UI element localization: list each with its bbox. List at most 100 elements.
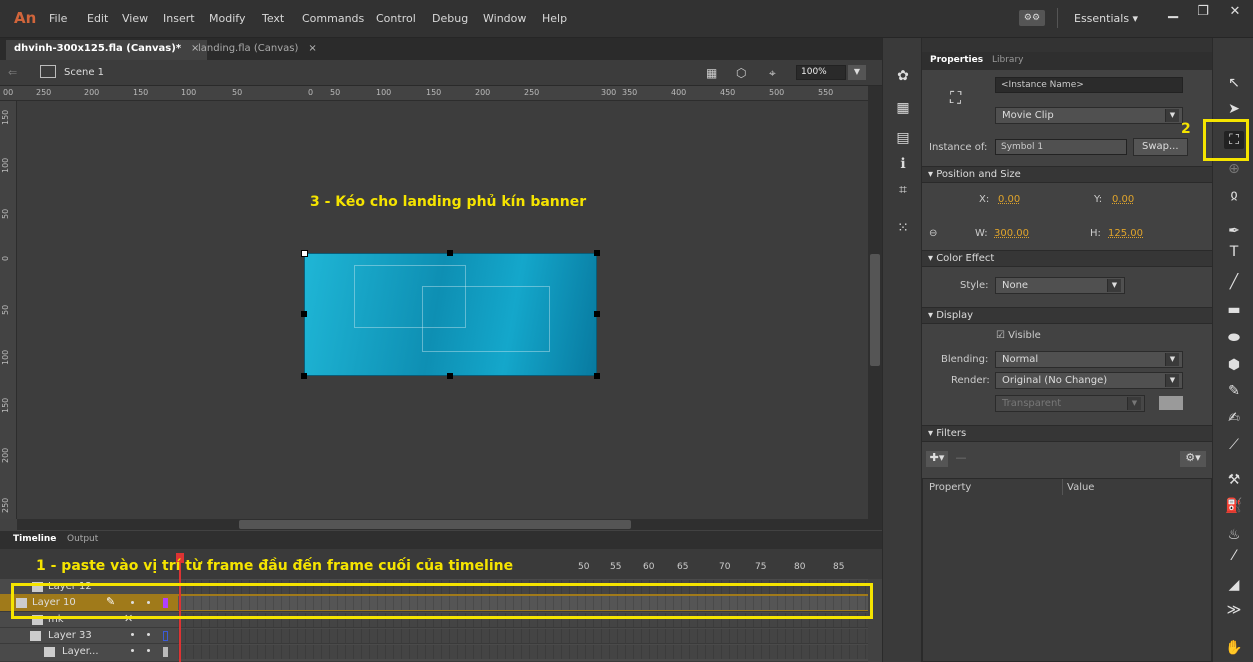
transform-handle[interactable] <box>447 250 453 256</box>
rectangle-tool-icon[interactable]: ▬ <box>1224 301 1244 319</box>
subselection-tool-icon[interactable]: ➤ <box>1224 100 1244 118</box>
render-select[interactable]: Original (No Change) ▼ <box>995 372 1183 389</box>
lock-dot[interactable] <box>147 633 150 636</box>
tab-timeline[interactable]: Timeline <box>13 534 56 544</box>
symbol-type-select[interactable]: Movie Clip ▼ <box>995 107 1183 124</box>
horizontal-scrollbar[interactable] <box>17 519 882 530</box>
tab-library[interactable]: Library <box>992 55 1023 65</box>
pen-tool-icon[interactable]: ✒ <box>1224 222 1244 240</box>
bone-tool-icon[interactable]: ⚒ <box>1224 471 1244 489</box>
menu-insert[interactable]: Insert <box>163 12 195 25</box>
x-value[interactable]: 0.00 <box>998 194 1020 205</box>
scroll-thumb[interactable] <box>239 520 631 529</box>
brush-tool-icon[interactable]: ⟋ <box>1224 436 1244 454</box>
transform-handle[interactable] <box>594 250 600 256</box>
eyedropper-tool-icon[interactable]: ⁄ <box>1224 547 1244 565</box>
vertical-scrollbar[interactable] <box>868 86 882 519</box>
layer-row[interactable]: Layer... <box>0 644 868 662</box>
column-value: Value <box>1067 482 1095 493</box>
filters-table[interactable]: Property Value <box>922 478 1212 662</box>
back-arrow-icon[interactable]: ⇐ <box>8 66 17 79</box>
swatches-icon[interactable]: ▦ <box>895 100 911 116</box>
lock-dot[interactable] <box>147 649 150 652</box>
tab-dhvinh[interactable]: dhvinh-300x125.fla (Canvas)* × <box>6 40 208 60</box>
edit-symbol-icon[interactable]: ⬡ <box>736 66 746 80</box>
transform-handle[interactable] <box>594 311 600 317</box>
lasso-tool-icon[interactable]: ჲ <box>1224 186 1244 204</box>
blending-select[interactable]: Normal ▼ <box>995 351 1183 368</box>
align-icon[interactable]: ▤ <box>895 130 911 146</box>
style-select[interactable]: None ▼ <box>995 277 1125 294</box>
menu-commands[interactable]: Commands <box>302 12 364 25</box>
3d-rotation-tool-icon[interactable]: ⊕ <box>1224 160 1244 178</box>
menu-help[interactable]: Help <box>542 12 567 25</box>
menu-modify[interactable]: Modify <box>209 12 245 25</box>
menu-view[interactable]: View <box>122 12 148 25</box>
instance-name-input[interactable]: <Instance Name> <box>995 77 1183 93</box>
menu-file[interactable]: File <box>49 12 67 25</box>
swap-button[interactable]: Swap... <box>1133 138 1188 156</box>
frame-strip[interactable] <box>178 645 868 659</box>
text-tool-icon[interactable]: T <box>1224 243 1244 261</box>
menu-debug[interactable]: Debug <box>432 12 468 25</box>
transform-handle[interactable] <box>301 373 307 379</box>
section-position-size[interactable]: ▾ Position and Size <box>922 166 1212 183</box>
menu-text[interactable]: Text <box>262 12 284 25</box>
paint-brush-tool-icon[interactable]: ✍ <box>1224 409 1244 427</box>
edit-scene-icon[interactable]: ▦ <box>706 66 717 80</box>
remove-filter-button[interactable]: — <box>953 451 969 467</box>
tab-properties[interactable]: Properties <box>930 55 983 65</box>
layer-color-swatch <box>163 647 168 657</box>
eraser-tool-icon[interactable]: ◢ <box>1224 576 1244 594</box>
scene-label[interactable]: Scene 1 <box>64 67 104 78</box>
maximize-button[interactable]: ❐ <box>1188 4 1218 24</box>
visibility-dot[interactable] <box>131 649 134 652</box>
polystar-tool-icon[interactable]: ⬢ <box>1224 356 1244 374</box>
w-value[interactable]: 300.00 <box>994 228 1029 239</box>
h-value[interactable]: 125.00 <box>1108 228 1143 239</box>
oval-tool-icon[interactable]: ⬬ <box>1224 329 1244 347</box>
link-icon[interactable]: ⊖ <box>929 228 937 239</box>
layer-row[interactable]: Layer 33 <box>0 628 868 644</box>
transform-handle[interactable] <box>447 373 453 379</box>
zoom-dropdown-icon[interactable]: ▼ <box>848 65 866 80</box>
transform-handle[interactable] <box>594 373 600 379</box>
line-tool-icon[interactable]: ╱ <box>1224 273 1244 291</box>
close-tab-icon[interactable]: × <box>308 43 316 54</box>
section-filters[interactable]: ▾ Filters <box>922 425 1212 442</box>
section-color-effect[interactable]: ▾ Color Effect <box>922 250 1212 267</box>
selection-tool-icon[interactable]: ↖ <box>1224 74 1244 92</box>
tab-landing[interactable]: landing.fla (Canvas) × <box>190 40 325 60</box>
visible-checkbox[interactable]: ☑ Visible <box>996 330 1041 341</box>
zoom-input[interactable]: 100% <box>796 65 846 80</box>
visibility-dot[interactable] <box>131 633 134 636</box>
section-label: Position and Size <box>936 169 1021 180</box>
paint-bucket-tool-icon[interactable]: ⛽ <box>1224 497 1244 515</box>
section-display[interactable]: ▾ Display <box>922 307 1212 324</box>
center-stage-icon[interactable]: ⌖ <box>769 66 776 81</box>
transform-handle[interactable] <box>301 311 307 317</box>
minimize-button[interactable]: ▁ <box>1158 4 1188 24</box>
transform-icon[interactable]: ⌗ <box>895 182 911 198</box>
transform-handle[interactable] <box>301 250 308 257</box>
ink-bottle-tool-icon[interactable]: ♨ <box>1224 526 1244 544</box>
scroll-thumb[interactable] <box>870 254 880 366</box>
close-button[interactable]: ✕ <box>1220 4 1250 24</box>
y-value[interactable]: 0.00 <box>1112 194 1134 205</box>
workspace-switcher[interactable]: Essentials ▾ <box>1074 12 1138 25</box>
workspace-icon[interactable]: ⚙⚙ <box>1019 10 1045 26</box>
pencil-tool-icon[interactable]: ✎ <box>1224 382 1244 400</box>
banner-movie-clip[interactable] <box>304 253 597 376</box>
add-filter-button[interactable]: ✚▾ <box>926 451 948 467</box>
menu-window[interactable]: Window <box>483 12 526 25</box>
gear-icon[interactable]: ⚙▾ <box>1180 451 1206 467</box>
menu-control[interactable]: Control <box>376 12 416 25</box>
info-icon[interactable]: ℹ <box>895 156 911 172</box>
frame-strip[interactable] <box>178 629 868 643</box>
menu-edit[interactable]: Edit <box>87 12 108 25</box>
width-tool-icon[interactable]: ≫ <box>1224 601 1244 619</box>
color-panel-icon[interactable]: ✿ <box>895 68 911 84</box>
hand-tool-icon[interactable]: ✋ <box>1224 639 1244 657</box>
tab-output[interactable]: Output <box>67 534 98 544</box>
components-icon[interactable]: ⁙ <box>895 220 911 236</box>
